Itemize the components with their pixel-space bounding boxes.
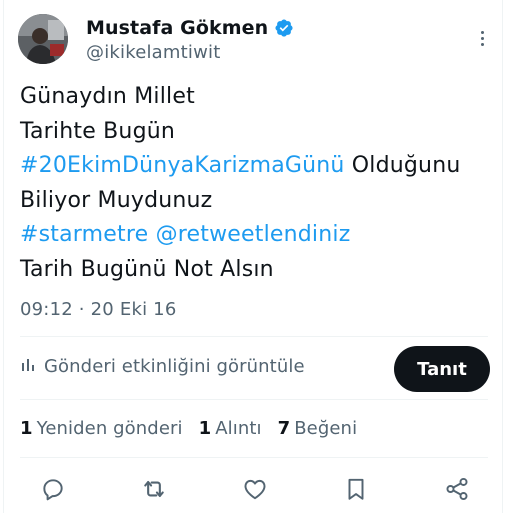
more-dots-icon[interactable] bbox=[472, 28, 492, 48]
bar-chart-icon bbox=[20, 355, 44, 378]
tweet-line: #starmetre @retweetlendiniz bbox=[20, 218, 494, 253]
promote-button[interactable]: Tanıt bbox=[394, 346, 490, 392]
display-name[interactable]: Mustafa Gökmen bbox=[86, 17, 268, 39]
divider bbox=[20, 457, 488, 458]
likes-label: Beğeni bbox=[294, 418, 358, 439]
date-link[interactable]: 20 Eki 16 bbox=[91, 299, 177, 320]
mention-link[interactable]: @retweetlendiniz bbox=[156, 222, 351, 247]
analytics-label: Gönderi etkinliğini görüntüle bbox=[44, 356, 305, 377]
quotes-label: Alıntı bbox=[215, 418, 262, 439]
reposts-count: 1 bbox=[20, 418, 33, 439]
view-analytics-link[interactable]: Gönderi etkinliğini görüntüle bbox=[20, 355, 305, 378]
divider bbox=[20, 399, 488, 400]
author-info: Mustafa Gökmen @ikikelamtiwit bbox=[86, 16, 294, 63]
tweet-line: Biliyor Muydunuz bbox=[20, 187, 213, 213]
heart-icon[interactable] bbox=[240, 474, 270, 504]
action-bar bbox=[38, 474, 472, 504]
time-link[interactable]: 09:12 bbox=[20, 299, 73, 320]
hashtag-link[interactable]: #starmetre bbox=[20, 222, 148, 247]
tweet-card: Mustafa Gökmen @ikikelamtiwit Günaydın M… bbox=[3, 0, 503, 513]
tweet-header: Mustafa Gökmen @ikikelamtiwit bbox=[18, 14, 492, 66]
timestamp: 09:12 · 20 Eki 16 bbox=[20, 299, 177, 320]
likes-stat[interactable]: 7 Beğeni bbox=[278, 418, 358, 439]
quotes-count: 1 bbox=[198, 418, 212, 439]
quotes-stat[interactable]: 1 Alıntı bbox=[199, 418, 262, 439]
reposts-stat[interactable]: 1 Yeniden gönderi bbox=[20, 418, 183, 439]
tweet-line: Tarihte Bugün bbox=[20, 118, 176, 144]
tweet-line: #20EkimDünyaKarizmaGünü Olduğunu bbox=[20, 149, 494, 184]
timestamp-separator: · bbox=[72, 299, 91, 320]
tweet-line: Tarih Bugünü Not Alsın bbox=[20, 256, 274, 282]
user-handle[interactable]: @ikikelamtiwit bbox=[86, 42, 294, 63]
hashtag-link[interactable]: #20EkimDünyaKarizmaGünü bbox=[20, 153, 345, 178]
reposts-label: Yeniden gönderi bbox=[36, 418, 183, 439]
repost-icon[interactable] bbox=[139, 474, 169, 504]
avatar[interactable] bbox=[18, 14, 68, 64]
tweet-line-text: Olduğunu bbox=[344, 153, 461, 178]
divider bbox=[20, 336, 488, 337]
reply-icon[interactable] bbox=[38, 474, 68, 504]
likes-count: 7 bbox=[277, 418, 291, 439]
share-icon[interactable] bbox=[442, 474, 472, 504]
verified-badge-icon bbox=[274, 18, 294, 38]
engagement-stats: 1 Yeniden gönderi 1 Alıntı 7 Beğeni bbox=[20, 418, 373, 439]
tweet-text: Günaydın Millet Tarihte Bugün #20EkimDün… bbox=[20, 80, 494, 287]
bookmark-icon[interactable] bbox=[341, 474, 371, 504]
tweet-line: Günaydın Millet bbox=[20, 84, 195, 109]
